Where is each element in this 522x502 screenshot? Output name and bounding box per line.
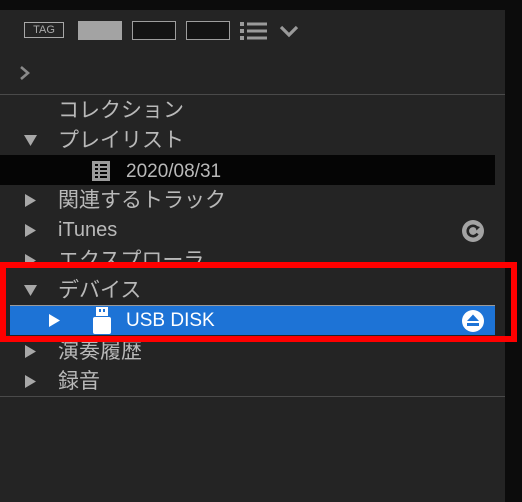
tree-item-recording[interactable]: 録音	[0, 366, 505, 396]
tree-item-collection[interactable]: コレクション	[0, 95, 505, 125]
sync-icon[interactable]	[462, 220, 484, 242]
triangle-right-icon[interactable]	[24, 194, 37, 207]
toolbar: TAG	[0, 10, 505, 52]
tree-item-playlists[interactable]: プレイリスト	[0, 125, 505, 155]
window-top-bar	[0, 0, 522, 10]
tree-item-itunes[interactable]: iTunes	[0, 215, 505, 245]
playlist-doc-icon	[92, 161, 110, 181]
color-filter-swatch-3[interactable]	[186, 21, 230, 40]
tree-item-related-tracks[interactable]: 関連するトラック	[0, 185, 505, 215]
tree-item-playlist-2020-08-31[interactable]: 2020/08/31	[0, 155, 495, 185]
list-view-icon[interactable]	[239, 20, 269, 42]
color-filter-swatch-1[interactable]	[78, 21, 122, 40]
scrollbar-track[interactable]	[505, 0, 522, 502]
chevron-right-icon[interactable]	[18, 64, 32, 82]
triangle-right-icon[interactable]	[24, 375, 37, 388]
triangle-down-icon[interactable]	[24, 134, 37, 147]
navigation-row	[0, 52, 505, 94]
tag-button[interactable]: TAG	[24, 22, 64, 38]
color-filter-swatch-2[interactable]	[132, 21, 176, 40]
tree-item-label: コレクション	[58, 98, 184, 122]
tree-item-label: プレイリスト	[58, 128, 184, 152]
tree-item-label: iTunes	[58, 219, 118, 241]
highlight-annotation	[0, 262, 517, 342]
tree-item-label: 録音	[58, 369, 100, 393]
divider	[0, 396, 505, 397]
tree-item-label: 2020/08/31	[126, 161, 222, 182]
chevron-down-icon[interactable]	[278, 20, 300, 42]
triangle-right-icon[interactable]	[24, 224, 37, 237]
triangle-right-icon[interactable]	[24, 345, 37, 358]
tree-item-label: 関連するトラック	[58, 188, 226, 212]
